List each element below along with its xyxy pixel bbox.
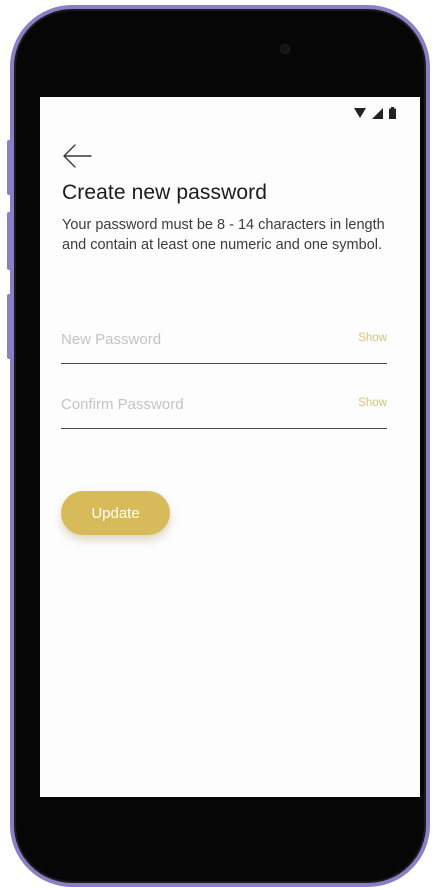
password-requirements-text: Your password must be 8 - 14 characters … [62, 217, 385, 253]
wifi-icon [354, 108, 366, 118]
side-button-top [7, 140, 12, 195]
new-password-field: Show [61, 323, 387, 364]
side-button-middle [7, 212, 12, 270]
battery-icon [389, 107, 396, 119]
status-bar [354, 107, 396, 119]
update-button[interactable]: Update [61, 491, 170, 535]
new-password-input[interactable] [61, 323, 331, 355]
arrow-left-icon [63, 144, 92, 168]
camera-icon [281, 45, 289, 53]
confirm-password-show-toggle[interactable]: Show [358, 397, 387, 409]
page: Create new password Your password must b… [0, 0, 437, 890]
confirm-password-field: Show [61, 388, 387, 429]
confirm-password-input[interactable] [61, 388, 331, 420]
new-password-show-toggle[interactable]: Show [358, 332, 387, 344]
app-screen: Create new password Your password must b… [40, 97, 420, 797]
side-button-bottom [7, 294, 12, 359]
page-title: Create new password [62, 181, 267, 204]
signal-icon [372, 107, 383, 119]
back-button[interactable] [60, 141, 94, 171]
